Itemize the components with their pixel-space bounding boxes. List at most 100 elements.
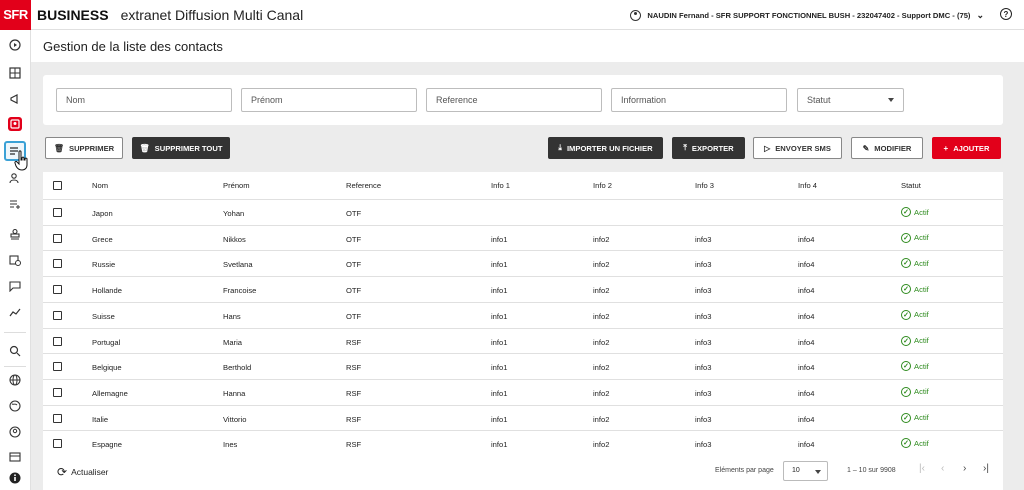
header-reference[interactable]: Reference <box>346 181 381 190</box>
table-row[interactable]: Espagne Ines RSF info1 info2 info3 info4 ✓ Actif <box>43 430 1003 456</box>
cell-i1: info1 <box>491 337 508 347</box>
nom-filter-input[interactable]: Nom <box>56 88 232 112</box>
check-circle-icon: ✓ <box>901 335 911 346</box>
globe-icon[interactable] <box>8 373 22 387</box>
page-range: 1 – 10 sur 9908 <box>847 467 896 474</box>
cell-i2: info2 <box>593 286 610 296</box>
row-checkbox[interactable] <box>53 208 62 217</box>
table-row[interactable]: Portugal Maria RSF info1 info2 info3 info4 ✓ Act… <box>43 327 1003 354</box>
header-info4[interactable]: Info 4 <box>798 181 817 190</box>
stamp-icon[interactable] <box>8 227 22 241</box>
per-page-label: Eléments par page <box>715 467 774 474</box>
row-checkbox[interactable] <box>53 387 62 397</box>
user-menu[interactable]: NAUDIN Fernand - SFR SUPPORT FONCTIONNEL… <box>630 0 984 30</box>
filter-panel: Nom Prénom Reference Information Statut <box>43 75 1003 125</box>
table-row[interactable]: Russie Svetlana OTF info1 info2 info3 info4 ✓ Ac… <box>43 250 1003 276</box>
status-label: Actif <box>914 387 929 397</box>
cell-i4: info4 <box>798 414 815 424</box>
cell-i3: info3 <box>695 234 712 244</box>
status-badge: ✓ Actif <box>901 361 929 372</box>
last-page-icon[interactable]: ›| <box>983 463 989 474</box>
earth-icon[interactable] <box>8 399 22 413</box>
message-icon[interactable] <box>8 279 22 293</box>
trending-icon[interactable] <box>8 305 22 319</box>
check-circle-icon: ✓ <box>901 232 911 243</box>
prev-page-icon[interactable]: ‹ <box>941 463 944 474</box>
header-info1[interactable]: Info 1 <box>491 181 510 190</box>
app-title: extranet Diffusion Multi Canal <box>120 6 304 23</box>
account-circle-icon[interactable] <box>8 425 22 439</box>
cell-i3: info3 <box>695 337 712 347</box>
row-checkbox[interactable] <box>53 233 62 243</box>
header-nom[interactable]: Nom <box>92 181 108 190</box>
status-label: Actif <box>914 233 929 243</box>
table-row[interactable]: Hollande Francoise OTF info1 info2 info3 info4… <box>43 276 1003 302</box>
reference-filter-input[interactable]: Reference <box>426 88 602 112</box>
settings-search-icon[interactable] <box>8 344 22 358</box>
cell-prenom: Hans <box>223 311 241 321</box>
row-checkbox[interactable] <box>53 439 62 449</box>
header-statut[interactable]: Statut <box>901 181 921 190</box>
playlist-add-icon[interactable] <box>8 197 22 211</box>
campaign-icon[interactable] <box>8 92 22 106</box>
check-circle-icon: ✓ <box>901 438 911 449</box>
table-row[interactable]: Suisse Hans OTF info1 info2 info3 info4 ✓ Actif <box>43 301 1003 328</box>
row-checkbox[interactable] <box>53 362 62 372</box>
header-info3[interactable]: Info 3 <box>695 181 714 190</box>
help-icon[interactable]: ? <box>1000 8 1012 20</box>
envoyer-sms-button[interactable]: ▷ ENVOYER SMS <box>753 137 842 159</box>
importer-label: IMPORTER UN FICHIER <box>566 143 653 153</box>
table-row[interactable]: Japon Yohan OTF ✓ Actif <box>43 199 1003 225</box>
row-checkbox[interactable] <box>53 336 62 346</box>
chevron-down-icon[interactable]: ⌄ <box>976 10 984 21</box>
statut-filter-select[interactable]: Statut <box>797 88 904 112</box>
row-checkbox[interactable] <box>53 413 62 423</box>
importer-fichier-button[interactable]: ⤓ IMPORTER UN FICHIER <box>548 137 663 159</box>
supprimer-tout-button[interactable]: 🗑 SUPPRIMER TOUT <box>132 137 230 159</box>
row-checkbox[interactable] <box>53 310 62 320</box>
ajouter-button[interactable]: + AJOUTER <box>932 137 1001 159</box>
status-label: Actif <box>914 413 929 423</box>
sfr-logo[interactable]: SFR <box>0 0 31 30</box>
check-circle-icon: ✓ <box>901 412 911 423</box>
dashboard-icon[interactable] <box>8 66 22 80</box>
cell-ref: RSF <box>346 440 362 450</box>
modifier-button[interactable]: ✎ MODIFIER <box>851 137 923 159</box>
play-circle-icon[interactable] <box>8 38 22 52</box>
select-all-checkbox[interactable] <box>53 181 62 190</box>
table-row[interactable]: Allemagne Hanna RSF info1 info2 info3 info4 ✓ Ac… <box>43 378 1003 405</box>
table-row[interactable]: Italie Vittorio RSF info1 info2 info3 info4 ✓ Ac… <box>43 404 1003 431</box>
refresh-button[interactable]: ⟳ Actualiser <box>57 465 108 479</box>
exporter-button[interactable]: ⤒ EXPORTER <box>672 137 745 159</box>
supprimer-button[interactable]: 🗑 SUPPRIMER <box>45 137 123 159</box>
cell-prenom: Yohan <box>223 209 245 218</box>
table-row[interactable]: Belgique Berthold RSF info1 info2 info3 info4 ✓… <box>43 353 1003 379</box>
next-page-icon[interactable]: › <box>963 463 966 474</box>
cell-nom: Espagne <box>92 440 122 450</box>
calendar-clock-icon[interactable] <box>8 253 22 267</box>
header-prenom[interactable]: Prénom <box>223 181 250 190</box>
inventory-icon[interactable] <box>8 449 22 463</box>
status-badge: ✓ Actif <box>901 232 929 243</box>
prenom-filter-input[interactable]: Prénom <box>241 88 417 112</box>
user-info: NAUDIN Fernand - SFR SUPPORT FONCTIONNEL… <box>647 10 971 20</box>
cell-prenom: Francoise <box>223 286 257 296</box>
information-filter-input[interactable]: Information <box>611 88 787 112</box>
user-add-icon[interactable] <box>8 171 22 185</box>
header-info2[interactable]: Info 2 <box>593 181 612 190</box>
cell-i4: info4 <box>798 286 815 296</box>
cell-i4: info4 <box>798 440 815 450</box>
check-circle-icon: ✓ <box>901 361 911 372</box>
contacts-book-icon[interactable] <box>8 117 22 131</box>
table-footer: ⟳ Actualiser Eléments par page 10 1 – 10… <box>43 457 1003 485</box>
info-circle-icon[interactable] <box>8 471 22 485</box>
per-page-select[interactable]: 10 <box>783 461 828 481</box>
trash-icon: 🗑 <box>139 143 150 153</box>
table-row[interactable]: Grece Nikkos OTF info1 info2 info3 info4 ✓ Actif <box>43 224 1003 251</box>
row-checkbox[interactable] <box>53 259 62 269</box>
cell-i2: info2 <box>593 337 610 347</box>
row-checkbox[interactable] <box>53 285 62 295</box>
first-page-icon[interactable]: |‹ <box>919 463 925 474</box>
cell-i2: info2 <box>593 440 610 450</box>
sidebar-divider <box>4 332 26 333</box>
